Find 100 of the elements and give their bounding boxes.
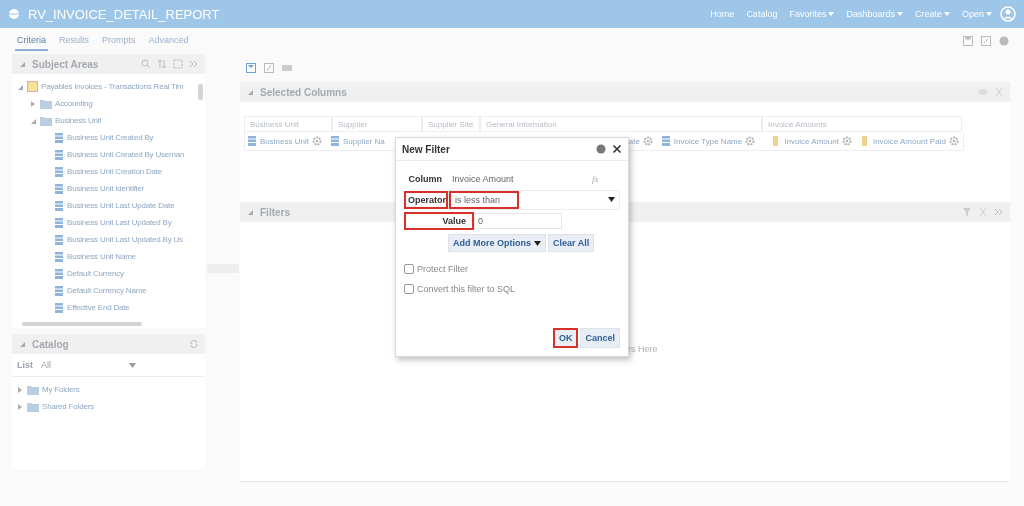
column-chip[interactable]: ate — [626, 136, 655, 146]
checkbox[interactable] — [404, 264, 414, 274]
tree-item[interactable]: Business Unit Created By Usernan — [67, 150, 185, 159]
column-icon — [54, 285, 64, 296]
column-chip[interactable]: Invoice Amount — [769, 136, 854, 146]
filter-icon — [246, 63, 256, 73]
measure-column-icon — [859, 136, 870, 146]
report-title: RV_INVOICE_DETAIL_REPORT — [28, 6, 221, 22]
tree-item[interactable]: Shared Folders — [42, 402, 94, 411]
nav-link[interactable]: Catalog — [746, 9, 778, 19]
close-icon — [612, 144, 622, 154]
clear-icon — [994, 87, 1004, 97]
table-icon — [282, 63, 292, 73]
column-chip[interactable]: Invoice Type Name — [658, 136, 758, 146]
column-icon — [54, 217, 64, 228]
nav-link[interactable]: Open — [961, 9, 992, 19]
folder-icon — [27, 401, 39, 412]
column-icon — [54, 251, 64, 262]
gear-icon — [948, 136, 959, 146]
save-icon — [963, 36, 973, 46]
gear-icon — [642, 136, 653, 146]
tree-item[interactable]: Business Unit Name — [67, 252, 136, 261]
column-chip[interactable]: Supplier Na — [327, 136, 387, 146]
user-avatar-icon — [1000, 6, 1016, 22]
tree-item[interactable]: Payables Invoices - Transactions Real Tim — [41, 82, 184, 91]
field-label: Operator — [404, 190, 448, 209]
nav-link[interactable]: Home — [710, 9, 735, 19]
column-group-heading: General Information — [480, 116, 762, 132]
column-icon — [54, 234, 64, 245]
tree-item[interactable]: Default Currency Name — [67, 286, 147, 295]
tree-item[interactable]: Business Unit Last Update Date — [67, 201, 175, 210]
folder-icon — [40, 98, 52, 109]
ok-button[interactable]: OK — [553, 328, 579, 348]
tree-item[interactable]: My Folders — [42, 385, 80, 394]
panel-title: Subject Areas — [32, 58, 100, 70]
tree-item[interactable]: Business Unit Created By — [67, 133, 154, 142]
nav-link[interactable]: Create — [914, 9, 950, 19]
column-icon — [54, 302, 64, 313]
folder-icon — [27, 384, 39, 395]
refresh-icon — [189, 339, 199, 349]
gear-icon — [745, 136, 756, 146]
subject-area-icon — [27, 81, 38, 92]
tree-item[interactable]: Business Unit Identifier — [67, 184, 145, 193]
add-more-options-button[interactable]: Add More Options — [448, 234, 546, 252]
folder-icon — [40, 115, 52, 126]
column-group-heading: Invoice Amounts — [762, 116, 962, 132]
caret-icon — [129, 362, 136, 368]
tab[interactable]: Results — [57, 31, 92, 51]
section-title: Filters — [260, 206, 291, 218]
column-icon — [54, 268, 64, 279]
filter-icon — [962, 207, 972, 217]
tree-item[interactable]: Effective End Date — [67, 303, 130, 312]
checkbox-label[interactable]: Protect Filter — [417, 264, 468, 274]
collapse-arrow-icon — [246, 88, 254, 96]
nav-link[interactable]: Favorites — [789, 9, 835, 19]
tree-item[interactable]: Business Unit Last Updated By Us — [67, 235, 183, 244]
search-icon — [141, 59, 151, 69]
column-group-heading: Business Unit — [244, 116, 332, 132]
column-icon — [54, 132, 64, 143]
column-icon — [54, 149, 64, 160]
checkbox[interactable] — [404, 284, 414, 294]
value-field[interactable]: 0 — [474, 212, 562, 229]
operator-dropdown[interactable]: is less than — [448, 189, 620, 210]
column-group-heading: Supplier — [332, 116, 422, 132]
column-icon — [329, 136, 340, 146]
checkbox-label[interactable]: Convert this filter to SQL — [417, 284, 516, 294]
tab[interactable]: Prompts — [100, 31, 138, 51]
gear-icon — [311, 136, 322, 146]
tree-item[interactable]: Default Currency — [67, 269, 124, 278]
column-icon — [54, 200, 64, 211]
clear-all-button[interactable]: Clear All — [548, 234, 595, 252]
tab[interactable]: Advanced — [146, 31, 191, 51]
formula-icon — [264, 63, 274, 73]
tab[interactable]: Criteria — [15, 31, 48, 51]
collapse-arrow-icon — [18, 340, 26, 348]
dialog-title: New Filter — [402, 143, 451, 155]
tree-item[interactable]: Business Unit Last Updated By — [67, 218, 172, 227]
column-icon — [247, 136, 257, 146]
formula-button[interactable]: fx — [592, 173, 599, 184]
save-as-icon — [981, 36, 991, 46]
expand-arrow-icon — [29, 99, 37, 108]
tree-item[interactable]: Business Unit Creation Date — [67, 167, 163, 176]
column-group-heading: Supplier Site — [422, 116, 480, 132]
caret-icon — [534, 240, 541, 246]
collapse-arrow-icon — [246, 208, 254, 216]
cancel-button[interactable]: Cancel — [580, 328, 620, 348]
section-title: Selected Columns — [260, 86, 348, 98]
drop-hint-text: rs Here — [628, 344, 658, 354]
gear-icon — [841, 136, 852, 146]
nav-link[interactable]: Dashboards — [846, 9, 903, 19]
column-icon — [660, 136, 671, 146]
column-chip[interactable]: Invoice Amount Paid — [857, 136, 961, 146]
expand-all-icon — [173, 59, 183, 69]
horizontal-scrollbar[interactable] — [12, 320, 205, 328]
tree-item[interactable]: Accounting — [55, 99, 93, 108]
sort-icon — [157, 59, 167, 69]
tree-item[interactable]: Business Unit — [55, 116, 102, 125]
column-chip[interactable]: Business Unit — [245, 136, 324, 146]
field-label: Value — [404, 211, 474, 230]
clear-icon — [978, 207, 988, 217]
